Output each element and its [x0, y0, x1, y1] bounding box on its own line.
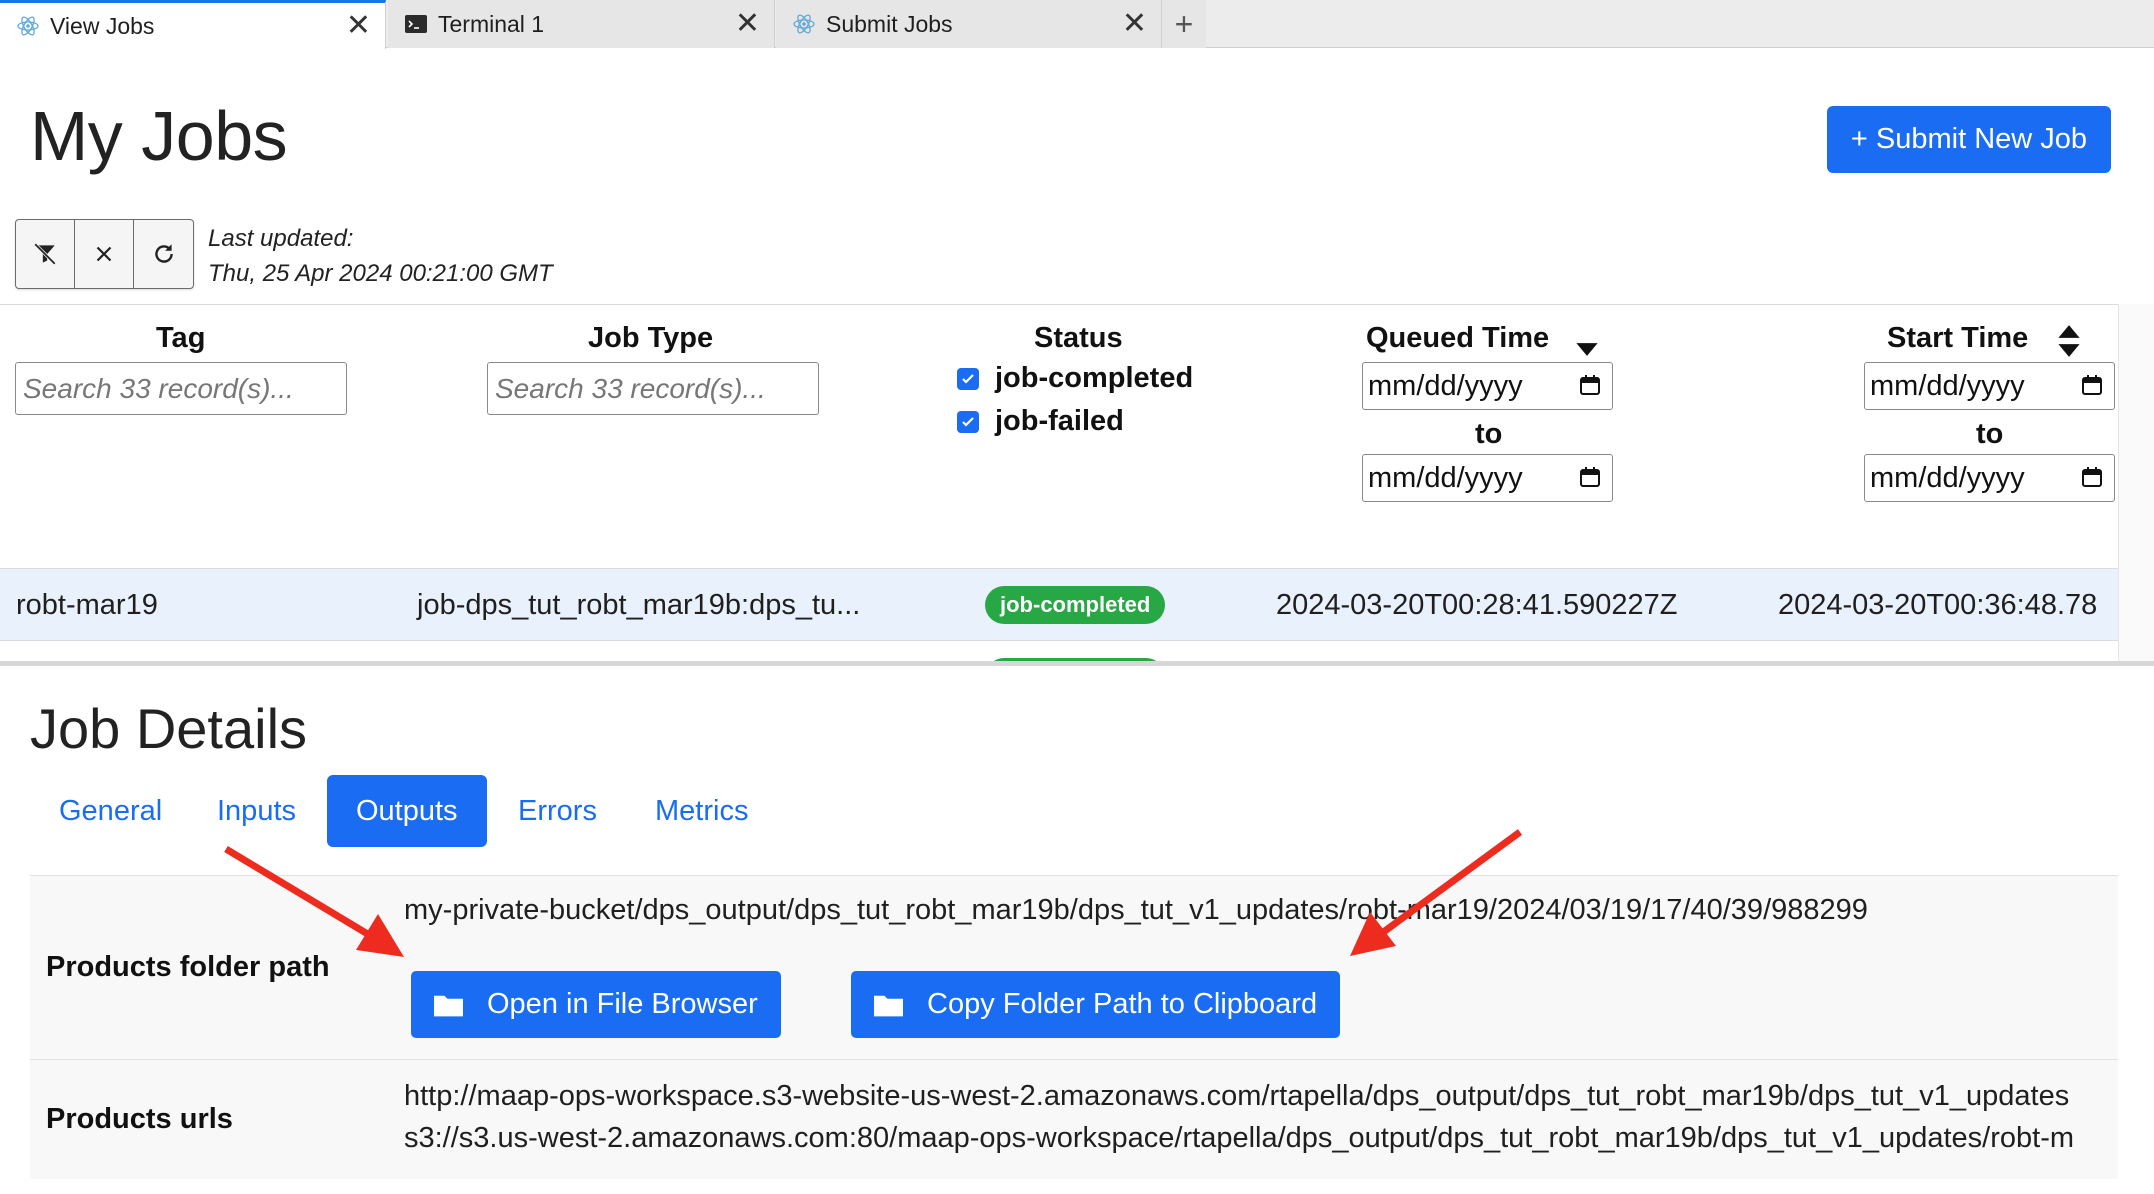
- calendar-icon[interactable]: [1578, 465, 1602, 489]
- new-tab-button[interactable]: +: [1162, 0, 1206, 48]
- cell-status: job-completed: [985, 641, 1166, 661]
- cell-status: job-completed: [985, 569, 1166, 641]
- sort-icon[interactable]: [2056, 323, 2082, 359]
- job-type-search-input[interactable]: Search 33 record(s)...: [487, 362, 819, 415]
- page-title: My Jobs: [30, 97, 288, 175]
- tab-view-jobs[interactable]: View Jobs ✕: [0, 0, 386, 49]
- column-header-tag[interactable]: Tag: [156, 322, 205, 355]
- cell-queued-time: 2024-03-13T19:14:19.084300Z: [1280, 641, 1681, 662]
- submit-new-job-button[interactable]: + Submit New Job: [1827, 106, 2111, 173]
- refresh-icon: [154, 244, 173, 263]
- table-row[interactable]: rob-test-mar13 job-dps_tut_v1_updates_ma…: [0, 640, 2118, 661]
- jobs-panel: My Jobs + Submit New Job Last updated: T…: [0, 49, 2154, 661]
- table-row[interactable]: robt-mar19 job-dps_tut_robt_mar19b:dps_t…: [0, 568, 2118, 640]
- checkbox-checked-icon[interactable]: [957, 367, 979, 390]
- tab-submit-jobs[interactable]: Submit Jobs ✕: [776, 0, 1162, 48]
- column-header-job-type[interactable]: Job Type: [588, 322, 713, 355]
- copy-folder-path-label: Copy Folder Path to Clipboard: [927, 988, 1318, 1020]
- products-folder-label: Products folder path: [46, 951, 330, 983]
- date-placeholder: mm/dd/yyyy: [1368, 461, 1523, 494]
- products-urls-label: Products urls: [46, 1103, 233, 1135]
- cell-tag: robt-mar19: [16, 588, 158, 621]
- status-filter-completed[interactable]: job-completed: [957, 362, 1193, 395]
- tab-general[interactable]: General: [30, 775, 191, 847]
- calendar-icon[interactable]: [2080, 373, 2104, 397]
- date-range-to-label: to: [1475, 418, 1503, 450]
- tab-outputs[interactable]: Outputs: [327, 775, 487, 847]
- checkbox-checked-icon[interactable]: [957, 410, 979, 433]
- refresh-button[interactable]: [134, 220, 193, 288]
- queued-from-date-input[interactable]: mm/dd/yyyy: [1362, 362, 1613, 410]
- cell-queued-time: 2024-03-20T00:28:41.590227Z: [1276, 588, 1678, 621]
- close-icon[interactable]: ✕: [735, 9, 760, 39]
- folder-icon: [434, 995, 463, 1016]
- start-to-date-input[interactable]: mm/dd/yyyy: [1864, 454, 2115, 502]
- terminal-icon: [405, 15, 427, 33]
- last-updated: Last updated: Thu, 25 Apr 2024 00:21:00 …: [208, 221, 553, 291]
- jobs-table: Tag Job Type Status Queued Time Start Ti…: [0, 304, 2118, 661]
- products-folder-path: my-private-bucket/dps_output/dps_tut_rob…: [404, 894, 1868, 926]
- cell-tag: rob-test-mar13: [16, 641, 206, 662]
- date-placeholder: mm/dd/yyyy: [1870, 461, 2025, 494]
- job-details-title: Job Details: [30, 697, 308, 760]
- last-updated-label: Last updated:: [208, 225, 354, 252]
- copy-folder-path-button[interactable]: Copy Folder Path to Clipboard: [851, 971, 1341, 1038]
- calendar-icon[interactable]: [1578, 373, 1602, 397]
- sort-desc-icon[interactable]: [1574, 341, 1600, 358]
- tab-bar: View Jobs ✕ Terminal 1 ✕ Submit Jobs ✕ +: [0, 0, 2154, 49]
- tab-metrics[interactable]: Metrics: [626, 775, 777, 847]
- date-range-to-label: to: [1976, 418, 2004, 450]
- tab-errors[interactable]: Errors: [489, 775, 626, 847]
- tab-label: View Jobs: [50, 12, 155, 39]
- clear-filters-button[interactable]: [16, 220, 75, 288]
- cell-start-time: 2024-03-13T19:22:34.33: [1780, 641, 2099, 662]
- status-filter-label: job-failed: [995, 405, 1124, 437]
- job-details-panel: Job Details General Inputs Outputs Error…: [0, 666, 2154, 1194]
- column-header-start-time[interactable]: Start Time: [1887, 322, 2028, 355]
- tag-search-input[interactable]: Search 33 record(s)...: [15, 362, 347, 415]
- products-urls-row: Products urls http://maap-ops-workspace.…: [30, 1059, 2118, 1179]
- column-header-status[interactable]: Status: [1034, 322, 1123, 355]
- close-icon: [96, 246, 112, 262]
- cell-job-type: job-dps_tut_robt_mar19b:dps_tu...: [417, 588, 861, 621]
- open-in-file-browser-button[interactable]: Open in File Browser: [411, 971, 781, 1038]
- tab-terminal[interactable]: Terminal 1 ✕: [388, 0, 775, 48]
- open-in-file-browser-label: Open in File Browser: [487, 988, 758, 1020]
- tab-label: Submit Jobs: [826, 10, 953, 37]
- filter-off-icon: [34, 243, 56, 265]
- last-updated-value: Thu, 25 Apr 2024 00:21:00 GMT: [208, 260, 553, 287]
- calendar-icon[interactable]: [2080, 465, 2104, 489]
- products-folder-row: Products folder path my-private-bucket/d…: [30, 875, 2118, 1059]
- status-badge: job-completed: [985, 586, 1166, 624]
- status-filter-label: job-completed: [995, 362, 1194, 394]
- date-placeholder: mm/dd/yyyy: [1870, 369, 2025, 402]
- clear-button[interactable]: [75, 220, 134, 288]
- close-icon[interactable]: ✕: [346, 11, 371, 41]
- status-filter-failed[interactable]: job-failed: [957, 405, 1124, 438]
- products-url-s3[interactable]: s3://s3.us-west-2.amazonaws.com:80/maap-…: [404, 1122, 2074, 1155]
- start-from-date-input[interactable]: mm/dd/yyyy: [1864, 362, 2115, 410]
- column-header-queued-time[interactable]: Queued Time: [1366, 322, 1549, 355]
- date-placeholder: mm/dd/yyyy: [1368, 369, 1523, 402]
- queued-to-date-input[interactable]: mm/dd/yyyy: [1362, 454, 1613, 502]
- react-icon: [793, 14, 815, 34]
- outputs-table: Products folder path my-private-bucket/d…: [30, 875, 2118, 1194]
- tab-label: Terminal 1: [438, 10, 545, 37]
- table-toolbar: [15, 219, 194, 289]
- folder-icon: [874, 995, 903, 1016]
- react-icon: [17, 16, 39, 36]
- vertical-scrollbar[interactable]: [2118, 304, 2154, 661]
- close-icon[interactable]: ✕: [1122, 9, 1147, 39]
- cell-start-time: 2024-03-20T00:36:48.78: [1778, 588, 2098, 621]
- products-url-http[interactable]: http://maap-ops-workspace.s3-website-us-…: [404, 1080, 2069, 1113]
- cell-job-type: job-dps_tut_v1_updates_mar13:d...: [417, 641, 873, 662]
- tab-inputs[interactable]: Inputs: [188, 775, 325, 847]
